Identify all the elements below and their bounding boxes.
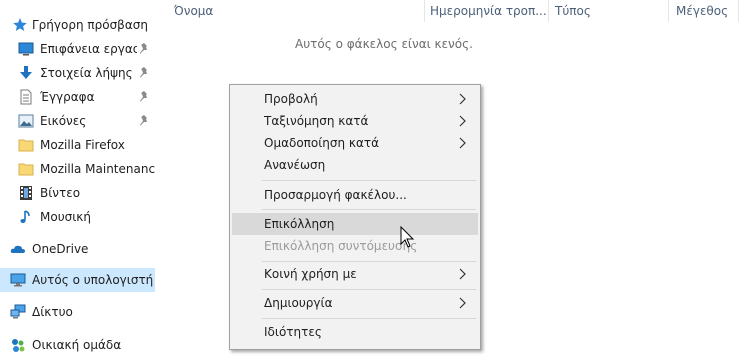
nav-item-documents[interactable]: Έγγραφα	[0, 85, 155, 109]
nav-item-label: Εικόνες	[40, 114, 87, 128]
nav-item-videos[interactable]: Βίντεο	[0, 181, 155, 205]
nav-item-label: Αυτός ο υπολογιστής	[32, 273, 153, 287]
nav-item-label: Οικιακή ομάδα	[32, 338, 122, 352]
menu-separator	[262, 180, 476, 181]
download-icon	[20, 66, 32, 79]
nav-item-label: Mozilla Maintenance	[40, 162, 155, 176]
nav-item-homegroup[interactable]: Οικιακή ομάδα	[0, 333, 155, 357]
nav-item-mozilla-maintenance[interactable]: Mozilla Maintenance	[0, 157, 155, 181]
menu-item-label: Επικόλληση συντόμευσης	[264, 239, 418, 253]
nav-item-downloads[interactable]: Στοιχεία λήψης	[0, 61, 155, 85]
menu-item-sort-by[interactable]: Ταξινόμηση κατά	[232, 110, 478, 132]
menu-item-label: Ιδιότητες	[264, 325, 322, 339]
pictures-icon	[18, 114, 34, 128]
column-divider[interactable]	[548, 0, 549, 22]
menu-item-refresh[interactable]: Ανανέωση	[232, 154, 478, 176]
menu-item-label: Επικόλληση	[264, 217, 335, 231]
onedrive-icon	[10, 245, 25, 253]
folder-icon	[18, 139, 34, 152]
menu-item-view[interactable]: Προβολή	[232, 88, 478, 110]
nav-item-label: Δίκτυο	[32, 305, 73, 319]
pin-icon[interactable]	[138, 114, 150, 128]
nav-item-mozilla-firefox[interactable]: Mozilla Firefox	[0, 133, 155, 157]
nav-item-label: Mozilla Firefox	[40, 138, 125, 152]
menu-item-paste-shortcut: Επικόλληση συντόμευσης	[232, 235, 478, 257]
menu-separator	[262, 289, 476, 290]
chevron-right-icon	[459, 268, 466, 280]
network-icon	[10, 304, 26, 319]
nav-item-label: Επιφάνεια εργασί	[40, 42, 137, 56]
chevron-right-icon	[459, 297, 466, 309]
star-icon	[13, 18, 27, 31]
menu-item-label: Προσαρμογή φακέλου...	[264, 188, 407, 202]
chevron-right-icon	[459, 115, 466, 127]
column-divider[interactable]	[424, 0, 425, 22]
pin-icon[interactable]	[138, 66, 150, 80]
navigation-pane: Γρήγορη πρόσβαση Επιφάνεια εργασί Στοιχε…	[0, 0, 155, 357]
homegroup-icon	[12, 339, 25, 352]
empty-folder-message: Αυτός ο φάκελος είναι κενός.	[295, 37, 473, 51]
menu-separator	[262, 209, 476, 210]
menu-item-label: Προβολή	[264, 92, 318, 106]
column-divider[interactable]	[738, 0, 739, 22]
column-date-modified[interactable]: Ημερομηνία τροπ...	[430, 0, 547, 22]
desktop-icon	[18, 42, 34, 56]
nav-item-desktop[interactable]: Επιφάνεια εργασί	[0, 37, 155, 61]
menu-separator	[262, 318, 476, 319]
menu-item-label: Ανανέωση	[264, 158, 326, 172]
menu-item-label: Ταξινόμηση κατά	[264, 114, 369, 128]
menu-item-customize-folder[interactable]: Προσαρμογή φακέλου...	[232, 184, 478, 206]
documents-icon	[20, 89, 32, 105]
nav-item-pictures[interactable]: Εικόνες	[0, 109, 155, 133]
nav-item-network[interactable]: Δίκτυο	[0, 300, 155, 324]
column-divider[interactable]	[668, 0, 669, 22]
chevron-right-icon	[459, 137, 466, 149]
menu-item-label: Δημιουργία	[264, 296, 333, 310]
nav-item-quick-access[interactable]: Γρήγορη πρόσβαση	[0, 13, 155, 37]
nav-item-onedrive[interactable]: OneDrive	[0, 237, 155, 261]
computer-icon	[10, 273, 26, 287]
pin-icon[interactable]	[138, 42, 150, 56]
nav-item-this-pc[interactable]: Αυτός ο υπολογιστής	[0, 268, 155, 292]
nav-item-label: Στοιχεία λήψης	[40, 66, 133, 80]
menu-item-paste[interactable]: Επικόλληση	[232, 213, 478, 235]
video-icon	[20, 186, 32, 200]
menu-item-share-with[interactable]: Κοινή χρήση με	[232, 263, 478, 285]
context-menu: Προβολή Ταξινόμηση κατά Ομαδοποίηση κατά…	[229, 84, 481, 350]
nav-item-label: Γρήγορη πρόσβαση	[32, 18, 148, 32]
nav-item-label: OneDrive	[32, 242, 89, 256]
nav-item-label: Μουσική	[40, 210, 91, 224]
folder-icon	[18, 163, 34, 176]
nav-item-label: Βίντεο	[40, 186, 81, 200]
menu-item-properties[interactable]: Ιδιότητες	[232, 321, 478, 343]
menu-item-new[interactable]: Δημιουργία	[232, 292, 478, 314]
nav-item-music[interactable]: Μουσική	[0, 205, 155, 229]
nav-item-label: Έγγραφα	[40, 90, 95, 104]
mouse-cursor-icon	[400, 226, 415, 248]
column-name[interactable]: Όνομα	[174, 0, 213, 22]
menu-item-label: Κοινή χρήση με	[264, 267, 357, 281]
column-size[interactable]: Μέγεθος	[676, 0, 728, 22]
pin-icon[interactable]	[138, 90, 150, 104]
menu-item-group-by[interactable]: Ομαδοποίηση κατά	[232, 132, 478, 154]
chevron-right-icon	[459, 93, 466, 105]
column-header: Όνομα Ημερομηνία τροπ... Τύπος Μέγεθος	[158, 0, 750, 22]
column-type[interactable]: Τύπος	[555, 0, 591, 22]
music-icon	[20, 210, 30, 223]
menu-separator	[262, 261, 476, 262]
menu-item-label: Ομαδοποίηση κατά	[264, 136, 380, 150]
